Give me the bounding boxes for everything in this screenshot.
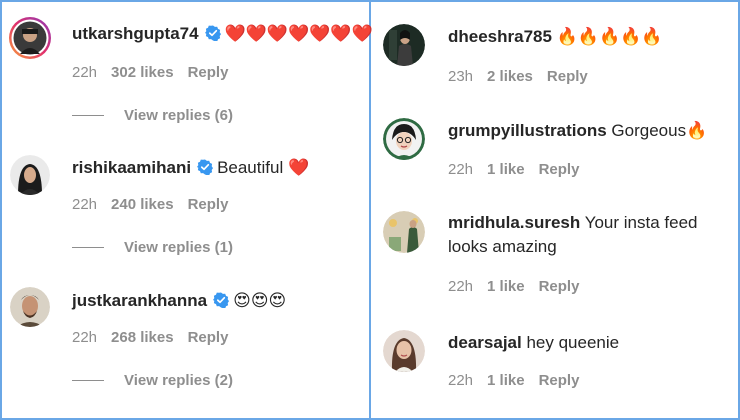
replies-line [72, 247, 104, 248]
replies-line [72, 380, 104, 381]
likes-count[interactable]: 240 likes [111, 196, 174, 213]
comment-text: 🔥🔥🔥🔥🔥 [556, 27, 663, 46]
avatar-icon[interactable] [10, 155, 50, 195]
comment-time: 22h [448, 161, 474, 178]
view-replies-label: View replies (6) [124, 107, 233, 124]
avatar-icon[interactable] [383, 330, 425, 372]
reply-button[interactable]: Reply [188, 64, 229, 81]
reply-button[interactable]: Reply [547, 68, 588, 85]
likes-count[interactable]: 2 likes [487, 68, 533, 85]
verified-badge-icon [213, 292, 230, 308]
comment-text: Beautiful ❤️ [217, 158, 310, 177]
username[interactable]: justkarankhanna [72, 291, 207, 310]
avatar-icon[interactable] [383, 118, 425, 160]
username[interactable]: dearsajal [448, 333, 522, 352]
comment-time: 22h [72, 329, 98, 346]
likes-count[interactable]: 1 like [487, 161, 525, 178]
username[interactable]: dheeshra785 [448, 27, 552, 46]
avatar-icon[interactable] [383, 24, 425, 66]
view-replies-label: View replies (2) [124, 372, 233, 389]
comment-text: ❤️❤️❤️❤️❤️❤️❤️ [224, 24, 373, 43]
verified-badge-icon [197, 159, 214, 175]
view-replies-button[interactable]: View replies (2) [72, 372, 233, 389]
reply-button[interactable]: Reply [539, 278, 580, 295]
username[interactable]: utkarshgupta74 [72, 24, 199, 43]
likes-count[interactable]: 302 likes [111, 64, 174, 81]
username[interactable]: grumpyillustrations [448, 121, 607, 140]
replies-line [72, 115, 104, 116]
avatar-icon[interactable] [383, 211, 425, 253]
comment-time: 22h [72, 64, 98, 81]
verified-badge-icon [204, 25, 221, 41]
comment-text: 😍😍😍 [233, 291, 287, 310]
comment-time: 23h [448, 68, 474, 85]
reply-button[interactable]: Reply [539, 161, 580, 178]
avatar-icon[interactable] [10, 287, 50, 327]
username[interactable]: rishikaamihani [72, 158, 191, 177]
reply-button[interactable]: Reply [539, 372, 580, 389]
comment-time: 22h [72, 196, 98, 213]
likes-count[interactable]: 268 likes [111, 329, 174, 346]
comment-text-continued: looks amazing [448, 237, 557, 256]
view-replies-button[interactable]: View replies (6) [72, 107, 233, 124]
username[interactable]: mridhula.suresh [448, 213, 580, 232]
reply-button[interactable]: Reply [188, 196, 229, 213]
comment-text: Gorgeous🔥 [611, 121, 708, 140]
view-replies-button[interactable]: View replies (1) [72, 239, 233, 256]
comment-time: 22h [448, 278, 474, 295]
view-replies-label: View replies (1) [124, 239, 233, 256]
panel-divider [369, 0, 371, 420]
comment-text: hey queenie [526, 333, 620, 352]
likes-count[interactable]: 1 like [487, 372, 525, 389]
likes-count[interactable]: 1 like [487, 278, 525, 295]
reply-button[interactable]: Reply [188, 329, 229, 346]
comment-time: 22h [448, 372, 474, 389]
avatar-icon[interactable] [8, 16, 52, 60]
comment-text: Your insta feed [584, 213, 698, 232]
